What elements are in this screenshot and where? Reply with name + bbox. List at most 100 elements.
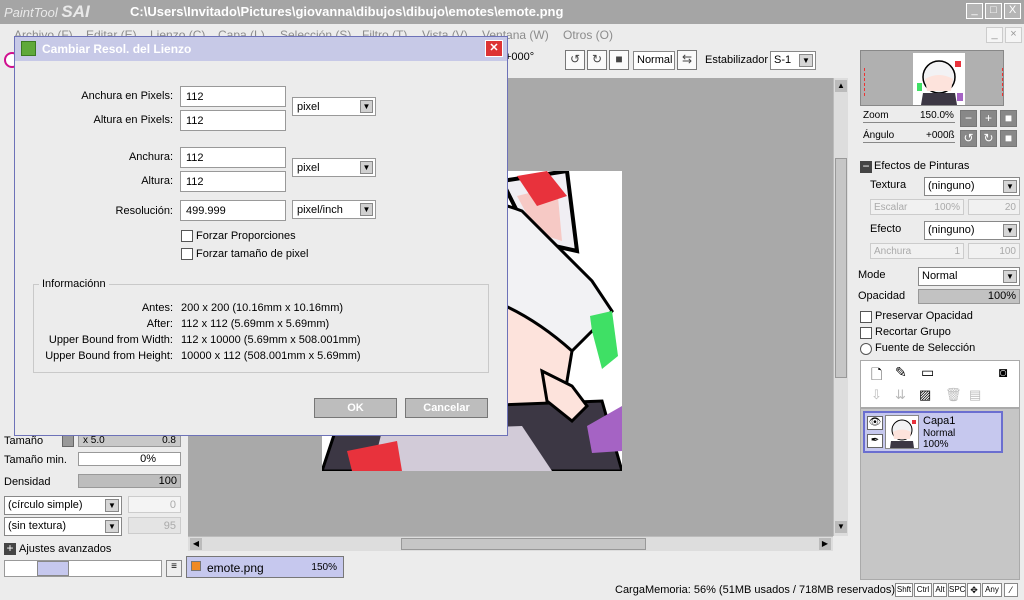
flip-button[interactable]: ⇆ [677, 50, 697, 70]
chevron-down-icon: ▼ [1003, 270, 1017, 283]
selection-source-radio[interactable] [860, 343, 872, 355]
anchura-field[interactable]: 100 [968, 243, 1020, 259]
size-unit-select[interactable]: pixel ▼ [292, 158, 376, 177]
width-input[interactable]: 112 [180, 147, 286, 168]
resolution-label: Resolución: [115, 205, 173, 217]
navigator-preview[interactable] [860, 50, 1004, 106]
zoom-slider[interactable] [863, 122, 955, 123]
size-multiplier-toggle[interactable] [62, 435, 74, 447]
blend-mode-select[interactable]: Normal [633, 51, 675, 70]
textura-select[interactable]: (ninguno) ▼ [924, 177, 1020, 196]
window-title: C:\Users\Invitado\Pictures\giovanna\dibu… [130, 4, 564, 19]
layer-tools: 🗋 ✎ ▭ ◙ ⇩ ⇊ ▨ 🗑 ▤ [860, 360, 1020, 408]
dialog-title: Cambiar Resol. del Lienzo [42, 42, 192, 56]
chevron-down-icon: ▼ [105, 499, 119, 512]
angle-readout: +000° [505, 51, 535, 63]
vertical-scrollbar[interactable]: ▲ ▼ [833, 78, 848, 536]
menu-otros[interactable]: Otros (O) [563, 28, 613, 42]
new-folder-icon[interactable]: ▭ [921, 364, 934, 381]
rotate-left-button[interactable]: ↺ [565, 50, 585, 70]
preserve-opacity-checkbox[interactable] [860, 311, 872, 323]
layer-property-icon[interactable]: ▤ [969, 387, 981, 403]
resize-dialog: Cambiar Resol. del Lienzo ✕ Anchura en P… [14, 36, 508, 436]
zoom-reset-button[interactable]: ■ [1000, 110, 1017, 127]
image-file-icon [191, 561, 201, 571]
document-tab-zoom: 150% [311, 562, 337, 573]
rotate-reset-button[interactable]: ■ [1000, 130, 1017, 147]
stabilizer-label: Estabilizador [705, 54, 768, 66]
brush-texture-select[interactable]: (sin textura) ▼ [4, 517, 122, 536]
document-tab[interactable]: emote.png 150% [186, 556, 344, 578]
app-logo: PaintTool SAI [4, 2, 90, 21]
scroll-right-icon[interactable]: ▶ [819, 538, 831, 550]
chevron-down-icon: ▼ [360, 161, 373, 174]
right-panel: Zoom 150.0% Ángulo +000ß − + ■ ↺ ↻ ■ − E… [856, 46, 1024, 582]
close-button[interactable]: X [1004, 3, 1021, 19]
transfer-down-icon[interactable]: ⇩ [871, 387, 882, 403]
zoom-in-button[interactable]: + [980, 110, 997, 127]
stabilizer-select[interactable]: S-1 ▼ [770, 51, 816, 70]
brush-shape-select[interactable]: (círculo simple) ▼ [4, 496, 122, 515]
rotate-right-nav-button[interactable]: ↻ [980, 130, 997, 147]
scroll-left-icon[interactable]: ◀ [190, 538, 202, 550]
layer-row[interactable]: 👁 ✒ Capa1 Normal 100% [863, 411, 1003, 453]
zoom-out-button[interactable]: − [960, 110, 977, 127]
vertical-scroll-thumb[interactable] [835, 158, 847, 378]
scroll-up-icon[interactable]: ▲ [835, 80, 847, 92]
dialog-title-bar: Cambiar Resol. del Lienzo ✕ [15, 37, 507, 61]
clip-group-checkbox[interactable] [860, 327, 872, 339]
tamano-min-slider[interactable]: 0% [78, 452, 181, 466]
efecto-select[interactable]: (ninguno) ▼ [924, 221, 1020, 240]
escalar-field[interactable]: 20 [968, 199, 1020, 215]
expand-plus-icon[interactable]: + [4, 542, 16, 555]
resolution-input[interactable]: 499.999 [180, 200, 286, 221]
delete-layer-icon[interactable]: 🗑 [945, 387, 962, 403]
scroll-down-icon[interactable]: ▼ [835, 521, 847, 533]
maximize-button[interactable]: □ [985, 3, 1002, 19]
preset-selected[interactable] [37, 561, 69, 576]
width-px-label: Anchura en Pixels: [81, 90, 173, 102]
shape-strength-field[interactable]: 0 [128, 496, 181, 513]
reset-rotation-button[interactable]: ■ [609, 50, 629, 70]
clear-layer-icon[interactable]: ▨ [919, 387, 931, 403]
width-px-input[interactable]: 112 [180, 86, 286, 107]
force-proportions-checkbox[interactable] [181, 230, 193, 242]
doc-minimize-button[interactable]: _ [986, 27, 1003, 43]
advanced-settings-label[interactable]: Ajustes avanzados [19, 543, 111, 555]
dialog-close-button[interactable]: ✕ [485, 40, 503, 57]
minimize-button[interactable]: _ [966, 3, 983, 19]
resolution-unit-select[interactable]: pixel/inch ▼ [292, 200, 376, 219]
app-icon [21, 41, 36, 56]
doc-close-button[interactable]: × [1005, 27, 1022, 43]
anchura-slider[interactable]: Anchura 1 [870, 243, 964, 259]
brush-size-presets[interactable] [4, 560, 162, 577]
new-layer-icon[interactable]: 🗋 [871, 364, 882, 388]
horizontal-scroll-thumb[interactable] [401, 538, 646, 550]
eye-icon[interactable]: 👁 [867, 416, 883, 430]
height-px-input[interactable]: 112 [180, 110, 286, 131]
collapse-minus-icon[interactable]: − [860, 160, 872, 173]
merge-down-icon[interactable]: ⇊ [895, 387, 906, 403]
rotate-left-nav-button[interactable]: ↺ [960, 130, 977, 147]
ok-button[interactable]: OK [314, 398, 397, 418]
chevron-down-icon: ▼ [105, 520, 119, 533]
document-tab-name: emote.png [207, 561, 264, 575]
mask-icon[interactable]: ◙ [999, 364, 1007, 380]
brush-icon[interactable]: ✒ [867, 434, 883, 448]
new-linework-layer-icon[interactable]: ✎ [895, 364, 907, 381]
horizontal-scrollbar[interactable]: ◀ ▶ [188, 536, 833, 551]
height-input[interactable]: 112 [180, 171, 286, 192]
texture-strength-field[interactable]: 95 [128, 517, 181, 534]
rotate-right-button[interactable]: ↻ [587, 50, 607, 70]
angle-slider[interactable] [863, 142, 955, 143]
escalar-slider[interactable]: Escalar 100% [870, 199, 964, 215]
pixel-unit-select[interactable]: pixel ▼ [292, 97, 376, 116]
force-pixel-size-checkbox[interactable] [181, 248, 193, 260]
densidad-slider[interactable]: 100 [78, 474, 181, 488]
layer-mode-select[interactable]: Normal ▼ [918, 267, 1020, 286]
chevron-down-icon: ▼ [1003, 180, 1017, 193]
cancel-button[interactable]: Cancelar [405, 398, 488, 418]
layer-mode: Normal [923, 428, 956, 439]
presets-menu-icon[interactable]: ≡ [166, 560, 182, 577]
opacity-slider[interactable]: 100% [918, 289, 1020, 304]
